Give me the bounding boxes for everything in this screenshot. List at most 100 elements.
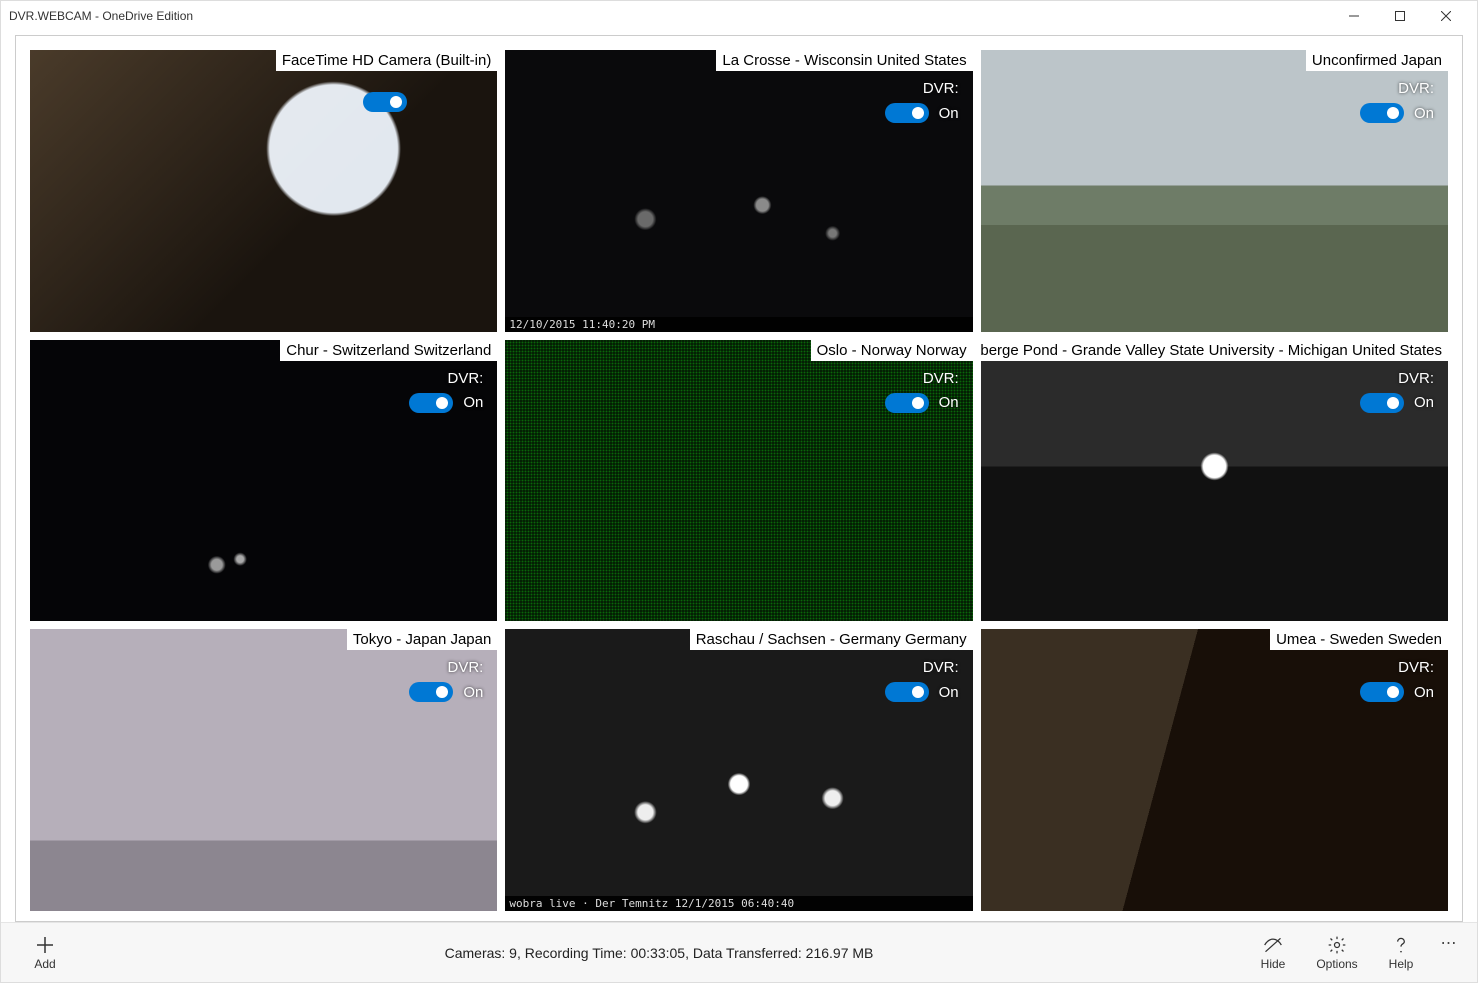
command-bar: Add Cameras: 9, Recording Time: 00:33:05…: [1, 922, 1477, 982]
camera-tile[interactable]: Raschau / Sachsen - Germany Germany DVR: O…: [505, 629, 972, 911]
toggle-knob: [1387, 397, 1399, 409]
dvr-controls: DVR: On: [1360, 370, 1434, 413]
dvr-toggle[interactable]: [409, 393, 453, 413]
dvr-label: DVR:: [923, 659, 959, 676]
dvr-toggle[interactable]: [409, 682, 453, 702]
toggle-state-label: On: [1414, 105, 1434, 122]
camera-thumbnail: [30, 50, 497, 332]
window-controls: [1331, 1, 1469, 31]
camera-tile[interactable]: La Crosse - Wisconsin United States DVR: O…: [505, 50, 972, 332]
toggle-knob: [390, 96, 402, 108]
gear-icon: [1327, 935, 1347, 955]
camera-timestamp: 12/10/2015 11:40:20 PM: [505, 317, 972, 332]
toggle-state-label: On: [1414, 684, 1434, 701]
toggle-state-label: On: [939, 684, 959, 701]
toggle-state-label: On: [939, 394, 959, 411]
close-button[interactable]: [1423, 1, 1469, 31]
camera-title: Zumberge Pond - Grande Valley State Univ…: [981, 340, 1448, 361]
toggle-knob: [436, 397, 448, 409]
dvr-toggle[interactable]: [363, 92, 407, 112]
dvr-controls: DVR: On: [885, 659, 959, 702]
hide-label: Hide: [1261, 957, 1286, 971]
help-label: Help: [1389, 957, 1414, 971]
camera-title: FaceTime HD Camera (Built-in): [276, 50, 497, 71]
dvr-toggle-row: On: [885, 682, 959, 702]
dvr-toggle-row: On: [409, 682, 483, 702]
app-window: DVR.WEBCAM - OneDrive Edition FaceTime H…: [0, 0, 1478, 983]
dvr-label: DVR:: [447, 659, 483, 676]
dvr-controls: DVR: On: [1360, 80, 1434, 123]
add-button[interactable]: Add: [13, 925, 77, 981]
dvr-controls: DVR: On: [409, 370, 483, 413]
dvr-toggle[interactable]: [885, 393, 929, 413]
camera-tile[interactable]: Umea - Sweden Sweden DVR: On: [981, 629, 1448, 911]
camera-title: Tokyo - Japan Japan: [347, 629, 497, 650]
status-text: Cameras: 9, Recording Time: 00:33:05, Da…: [77, 945, 1241, 961]
dvr-toggle[interactable]: [1360, 682, 1404, 702]
dvr-label: DVR:: [1398, 659, 1434, 676]
toggle-knob: [912, 686, 924, 698]
dvr-controls: DVR:On: [885, 370, 959, 413]
camera-title: Chur - Switzerland Switzerland: [280, 340, 497, 361]
dvr-toggle-row: On: [1360, 682, 1434, 702]
plus-icon: [35, 935, 55, 955]
ellipsis-icon: ⋯: [1441, 933, 1458, 953]
maximize-icon: [1395, 11, 1405, 21]
camera-tile[interactable]: Tokyo - Japan Japan DVR: On: [30, 629, 497, 911]
hide-icon: [1263, 935, 1283, 955]
dvr-toggle[interactable]: [1360, 393, 1404, 413]
dvr-label: DVR:: [447, 370, 483, 387]
help-icon: [1391, 935, 1411, 955]
dvr-controls: DVR: On: [885, 80, 959, 123]
toggle-state-label: On: [939, 105, 959, 122]
dvr-toggle-row: On: [885, 393, 959, 413]
options-label: Options: [1316, 957, 1357, 971]
dvr-controls: DVR:On: [363, 92, 407, 112]
camera-tile[interactable]: Chur - Switzerland Switzerland DVR: On: [30, 340, 497, 622]
options-button[interactable]: Options: [1305, 925, 1369, 981]
dvr-controls: DVR: On: [409, 659, 483, 702]
right-commands: Hide Options Help ⋯: [1241, 925, 1465, 981]
camera-tile[interactable]: Zumberge Pond - Grande Valley State Univ…: [981, 340, 1448, 622]
close-icon: [1441, 11, 1451, 21]
dvr-toggle-row: On: [1360, 393, 1434, 413]
camera-title: Unconfirmed Japan: [1306, 50, 1448, 71]
dvr-label: DVR:: [1398, 80, 1434, 97]
dvr-controls: DVR: On: [1360, 659, 1434, 702]
toggle-state-label: On: [463, 684, 483, 701]
toggle-state-label: On: [1414, 394, 1434, 411]
dvr-toggle[interactable]: [885, 682, 929, 702]
camera-tile[interactable]: Unconfirmed Japan DVR: On: [981, 50, 1448, 332]
toggle-state-label: On: [463, 394, 483, 411]
dvr-toggle-row: On: [409, 393, 483, 413]
toggle-knob: [1387, 686, 1399, 698]
titlebar: DVR.WEBCAM - OneDrive Edition: [1, 1, 1477, 31]
hide-button[interactable]: Hide: [1241, 925, 1305, 981]
camera-grid: FaceTime HD Camera (Built-in)DVR:OnLa Cr…: [30, 50, 1448, 911]
more-button[interactable]: ⋯: [1433, 925, 1465, 981]
dvr-label: DVR:: [923, 80, 959, 97]
dvr-toggle-row: On: [1360, 103, 1434, 123]
minimize-icon: [1349, 11, 1359, 21]
dvr-label: DVR:: [1398, 370, 1434, 387]
dvr-toggle[interactable]: [1360, 103, 1404, 123]
camera-title: Raschau / Sachsen - Germany Germany: [690, 629, 973, 650]
camera-title: La Crosse - Wisconsin United States: [716, 50, 972, 71]
dvr-toggle-row: On: [363, 92, 407, 112]
maximize-button[interactable]: [1377, 1, 1423, 31]
minimize-button[interactable]: [1331, 1, 1377, 31]
camera-title: Umea - Sweden Sweden: [1270, 629, 1448, 650]
window-title: DVR.WEBCAM - OneDrive Edition: [9, 9, 1331, 23]
toggle-knob: [912, 397, 924, 409]
camera-timestamp: wobra live · Der Temnitz 12/1/2015 06:40…: [505, 896, 972, 911]
dvr-toggle[interactable]: [885, 103, 929, 123]
camera-tile[interactable]: Oslo - Norway Norway DVR:On: [505, 340, 972, 622]
camera-grid-container: FaceTime HD Camera (Built-in)DVR:OnLa Cr…: [15, 35, 1463, 922]
toggle-knob: [436, 686, 448, 698]
camera-title: Oslo - Norway Norway: [811, 340, 973, 361]
toggle-knob: [912, 107, 924, 119]
add-label: Add: [34, 957, 55, 971]
camera-tile[interactable]: FaceTime HD Camera (Built-in) DVR:On: [30, 50, 497, 332]
toggle-knob: [1387, 107, 1399, 119]
help-button[interactable]: Help: [1369, 925, 1433, 981]
